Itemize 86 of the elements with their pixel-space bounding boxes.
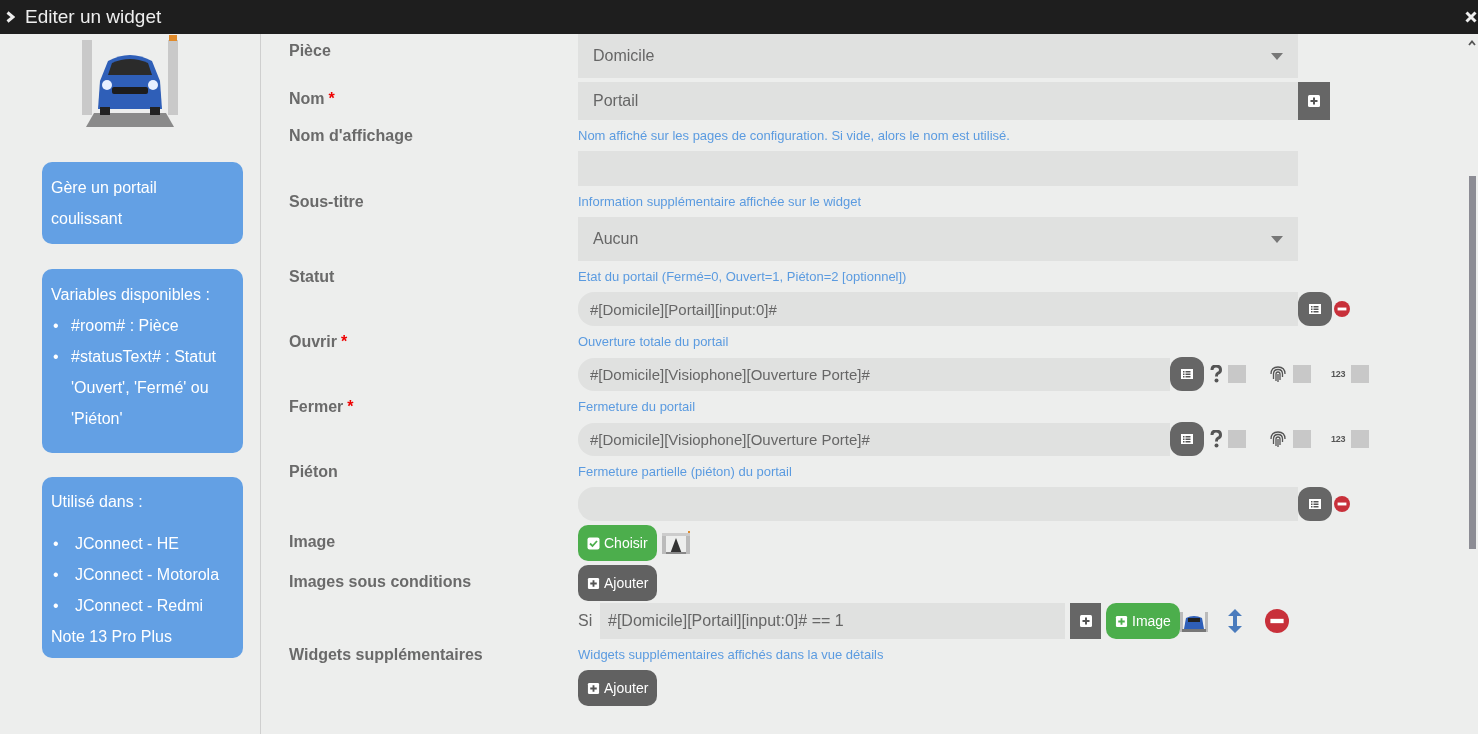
list-button[interactable] — [1170, 357, 1204, 391]
checkbox[interactable] — [1228, 430, 1246, 448]
gate-thumbnail — [660, 531, 691, 555]
list-icon — [1179, 366, 1195, 382]
fingerprint-icon — [1269, 430, 1287, 448]
check-square-icon — [587, 536, 600, 550]
numeric-icon: 123 — [1331, 369, 1346, 379]
binding-field[interactable]: #[Domicile][Visiophone][Ouverture Porte]# — [578, 422, 1170, 456]
field-label: Ouvrir * — [289, 332, 349, 352]
up-down-arrow-icon[interactable] — [1227, 609, 1242, 633]
question-icon — [1210, 430, 1222, 448]
bullet-mark: • — [52, 596, 60, 616]
checkbox[interactable] — [1351, 365, 1370, 383]
scroll-up-icon[interactable] — [1468, 40, 1476, 46]
remove-icon[interactable] — [1264, 609, 1289, 633]
field-hint: Ouverture totale du portail — [578, 333, 730, 351]
car-thumbnail — [1179, 609, 1208, 633]
numeric-icon: 123 — [1331, 434, 1346, 444]
bullet-mark: • — [52, 347, 60, 367]
dropdown-arrow-icon — [1271, 235, 1283, 243]
bullet-mark: • — [52, 565, 60, 585]
select-field[interactable]: Aucun — [578, 217, 1298, 261]
field-hint: Nom affiché sur les pages de configuration. Si vide, alors le nom est utilisé. — [578, 127, 1011, 145]
plus-icon — [1115, 614, 1128, 628]
description-text: Gère un portail coulissant — [51, 178, 158, 229]
variables-title: Variables disponibles : — [51, 285, 211, 305]
checkbox[interactable] — [1293, 430, 1311, 448]
field-label: Nom d'affichage — [289, 126, 414, 146]
image-button[interactable]: Image — [1106, 603, 1180, 639]
field-label: Pièce — [289, 41, 332, 61]
field-label: Nom * — [289, 89, 336, 109]
variable-item: #room# : Pièce — [71, 316, 179, 336]
list-icon — [1307, 496, 1323, 512]
field-hint: Widgets supplémentaires affichés dans la vue détails — [578, 646, 885, 664]
add-button[interactable]: Ajouter — [578, 670, 658, 706]
chevron-icon — [6, 11, 15, 23]
field-hint: Etat du portail (Fermé=0, Ouvert=1, Piéton=2 [optionnel]) — [578, 268, 908, 286]
used-in-title: Utilisé dans : — [51, 492, 144, 512]
add-button[interactable]: Ajouter — [578, 565, 658, 601]
used-in-item: Note 13 Pro Plus — [51, 627, 173, 647]
checkbox[interactable] — [1228, 365, 1246, 383]
text-field[interactable]: Portail — [578, 82, 1298, 120]
binding-field[interactable] — [578, 487, 1298, 521]
list-icon — [1179, 431, 1195, 447]
field-hint: Fermeture du portail — [578, 398, 697, 416]
field-label: Image — [289, 532, 337, 552]
question-icon — [1210, 365, 1222, 383]
field-label: Sous-titre — [289, 192, 365, 212]
fingerprint-icon — [1269, 365, 1287, 383]
remove-icon[interactable] — [1334, 301, 1350, 317]
field-label: Piéton — [289, 462, 339, 482]
used-in-item: JConnect - Motorola — [75, 565, 220, 585]
scrollbar-thumb[interactable] — [1468, 176, 1476, 549]
dropdown-arrow-icon — [1271, 52, 1283, 60]
choose-button[interactable]: Choisir — [578, 525, 657, 561]
list-button[interactable] — [1170, 422, 1204, 456]
field-label: Widgets supplémentaires — [289, 645, 484, 665]
field-label: Images sous conditions — [289, 572, 473, 592]
plus-icon — [1307, 94, 1321, 108]
remove-icon[interactable] — [1334, 496, 1350, 512]
plus-icon — [1078, 614, 1093, 628]
window-title: Editer un widget — [25, 6, 163, 28]
list-button[interactable] — [1298, 487, 1332, 521]
condition-field[interactable]: #[Domicile][Portail][input:0]# == 1 — [600, 603, 1065, 639]
field-hint: Fermeture partielle (piéton) du portail — [578, 463, 793, 481]
add-button[interactable] — [1070, 603, 1101, 639]
variable-item: #statusText# : Statut 'Ouvert', 'Fermé' ou 'Piéton' — [71, 347, 217, 429]
list-icon — [1307, 301, 1323, 317]
condition-prefix: Si — [578, 612, 594, 630]
used-in-item: JConnect - HE — [75, 534, 180, 554]
field-label: Statut — [289, 267, 336, 287]
plus-icon — [587, 681, 600, 695]
checkbox[interactable] — [1293, 365, 1311, 383]
field-label: Fermer * — [289, 397, 355, 417]
add-button[interactable] — [1298, 82, 1330, 120]
checkbox[interactable] — [1351, 430, 1370, 448]
binding-field[interactable]: #[Domicile][Portail][input:0]# — [578, 292, 1298, 326]
bullet-mark: • — [52, 534, 60, 554]
plus-icon — [587, 576, 600, 590]
binding-field[interactable]: #[Domicile][Visiophone][Ouverture Porte]# — [578, 357, 1170, 391]
close-icon[interactable] — [1465, 11, 1477, 23]
select-field[interactable]: Domicile — [578, 34, 1298, 78]
field-hint: Information supplémentaire affichée sur le widget — [578, 193, 863, 211]
list-button[interactable] — [1298, 292, 1332, 326]
used-in-item: JConnect - Redmi — [75, 596, 204, 616]
bullet-mark: • — [52, 316, 60, 336]
